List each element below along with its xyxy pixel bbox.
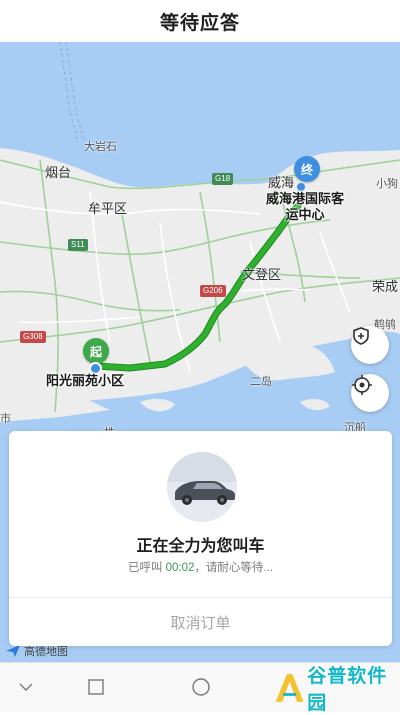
nav-recents-button[interactable] [191, 677, 211, 697]
end-marker[interactable]: 终 [294, 156, 320, 182]
road-badge-g308: G308 [20, 331, 46, 343]
status-subtitle: 已呼叫 00:02，请耐心等待... [9, 559, 392, 575]
start-place-label: 阳光丽苑小区 [46, 373, 125, 388]
safety-button[interactable] [351, 326, 389, 364]
road-badge-s11: S11 [68, 239, 88, 251]
end-place-label: 威海港国际客 运中心 [266, 191, 344, 223]
end-point-dot [297, 183, 305, 191]
start-marker[interactable]: 起 [83, 338, 109, 364]
nav-back-button[interactable] [16, 677, 36, 697]
chevron-down-icon [19, 683, 33, 691]
map-label-muping: 牟平区 [88, 201, 128, 216]
square-icon [88, 679, 104, 695]
status-title: 正在全力为您叫车 [136, 538, 265, 555]
locate-target-icon [352, 375, 372, 395]
watermark-logo-icon [275, 674, 304, 702]
map-label-dagushi: 大岩石 [84, 141, 117, 153]
amap-arrow-icon [6, 645, 20, 657]
end-place-line2: 运中心 [285, 207, 325, 222]
shield-plus-icon [353, 327, 369, 345]
cancel-order-button[interactable]: 取消订单 [9, 598, 392, 646]
end-marker-label: 终 [300, 162, 313, 177]
map-label-shi: 市 [0, 413, 11, 425]
car-icon [167, 452, 237, 522]
end-place-line1: 威海港国际客 [266, 191, 345, 206]
start-marker-label: 起 [89, 344, 102, 359]
elapsed-timer: 00:02 [165, 562, 195, 574]
nav-home-button[interactable] [86, 677, 106, 697]
map-label-rongcheng: 荣成 [372, 279, 399, 294]
status-sub-suffix: ，请耐心等待... [194, 562, 274, 574]
map-label-yantai: 烟台 [45, 165, 72, 180]
watermark: 谷普软件园 [272, 666, 400, 714]
circle-icon [192, 678, 210, 696]
map-label-wendeng: 文登区 [242, 267, 282, 282]
locate-button[interactable] [351, 374, 389, 412]
map-label-weihai: 威海 [268, 175, 295, 190]
road-badge-g206: G206 [200, 285, 226, 297]
title-bar: 等待应答 [0, 0, 400, 42]
page-title: 等待应答 [159, 12, 240, 34]
road-badge-g18: G18 [212, 173, 234, 185]
watermark-text: 谷普软件园 [307, 666, 388, 714]
map-label-erdao: 二岛 [250, 376, 272, 388]
status-sub-prefix: 已呼叫 [127, 562, 163, 574]
car-illustration [167, 452, 237, 522]
calling-status-card: 正在全力为您叫车 已呼叫 00:02，请耐心等待... 取消订单 [9, 431, 392, 646]
map-label-xiaogou: 小狗 [376, 178, 398, 190]
